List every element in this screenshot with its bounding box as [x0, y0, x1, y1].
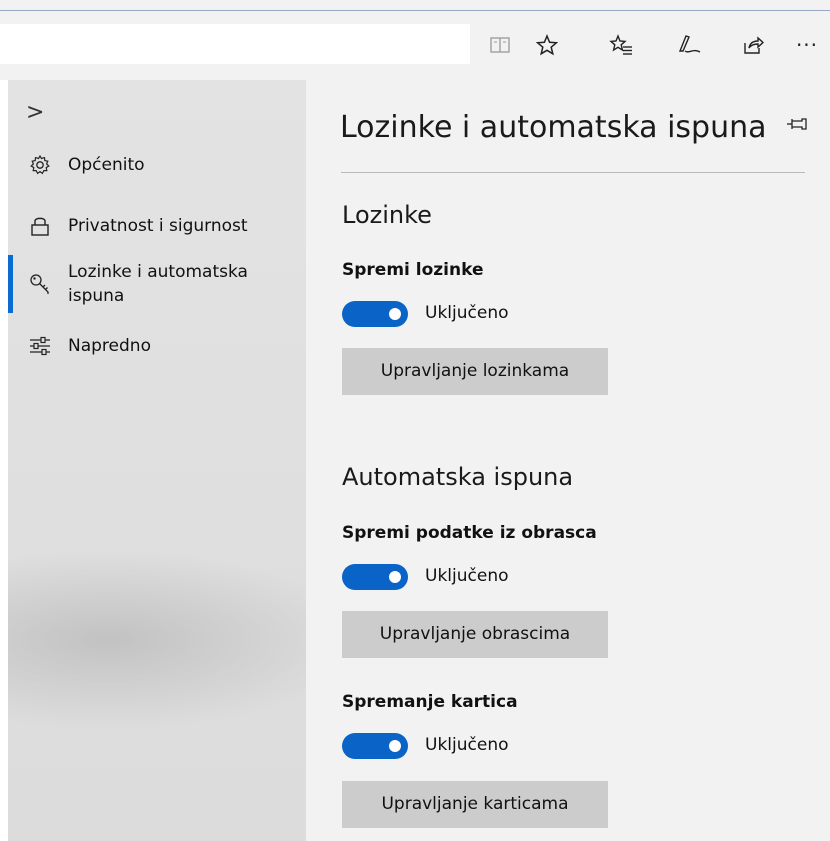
section-heading-autofill: Automatska ispuna — [342, 463, 574, 491]
manage-forms-button[interactable]: Upravljanje obrascima — [342, 611, 608, 658]
sidebar-item-label: Privatnost i sigurnost — [68, 216, 248, 236]
section-heading-passwords: Lozinke — [342, 201, 432, 229]
setting-label-save-cards: Spremanje kartica — [342, 692, 518, 712]
favorites-list-icon[interactable] — [604, 30, 638, 60]
setting-label-save-form-data: Spremi podatke iz obrasca — [342, 523, 597, 543]
sidebar-item-label: Općenito — [68, 155, 145, 175]
page-title: Lozinke i automatska ispuna — [340, 110, 767, 145]
sidebar-item-advanced[interactable]: Napredno — [8, 334, 306, 358]
sidebar-item-passwords[interactable]: Lozinke i automatska ispuna — [8, 260, 306, 308]
toggle-state-label: Uključeno — [425, 566, 509, 586]
toggle-state-label: Uključeno — [425, 735, 509, 755]
settings-sidebar — [8, 80, 306, 841]
browser-toolbar: ··· — [0, 0, 830, 80]
expand-chevron-icon[interactable]: > — [26, 100, 44, 125]
sliders-icon — [26, 334, 54, 358]
pen-icon[interactable] — [672, 30, 706, 60]
sidebar-item-general[interactable]: Općenito — [8, 153, 306, 177]
save-passwords-toggle[interactable] — [342, 301, 408, 327]
settings-panel — [306, 80, 830, 841]
toggle-state-label: Uključeno — [425, 303, 509, 323]
title-divider — [341, 172, 805, 173]
reading-view-icon[interactable] — [483, 30, 517, 60]
favorite-star-icon[interactable] — [530, 30, 564, 60]
sidebar-item-privacy[interactable]: Privatnost i sigurnost — [8, 214, 306, 238]
sidebar-item-label: Lozinke i automatska ispuna — [68, 260, 248, 308]
gear-icon — [26, 153, 54, 177]
pin-icon[interactable] — [786, 116, 808, 135]
setting-label-save-passwords: Spremi lozinke — [342, 260, 484, 280]
manage-cards-button[interactable]: Upravljanje karticama — [342, 781, 608, 828]
save-cards-toggle[interactable] — [342, 733, 408, 759]
save-form-data-toggle[interactable] — [342, 564, 408, 590]
toggle-knob — [389, 740, 401, 752]
more-icon[interactable]: ··· — [790, 30, 824, 60]
toolbar-top-border — [0, 10, 830, 11]
address-bar[interactable] — [0, 24, 470, 64]
manage-passwords-button[interactable]: Upravljanje lozinkama — [342, 348, 608, 395]
sidebar-item-label-line1: Lozinke i automatska — [68, 262, 248, 282]
sidebar-item-label: Napredno — [68, 336, 151, 356]
toggle-knob — [389, 308, 401, 320]
key-icon — [26, 272, 54, 296]
sidebar-item-label-line2: ispuna — [68, 286, 125, 306]
share-icon[interactable] — [736, 30, 770, 60]
lock-icon — [26, 214, 54, 238]
toggle-knob — [389, 571, 401, 583]
window-edge — [0, 80, 8, 841]
